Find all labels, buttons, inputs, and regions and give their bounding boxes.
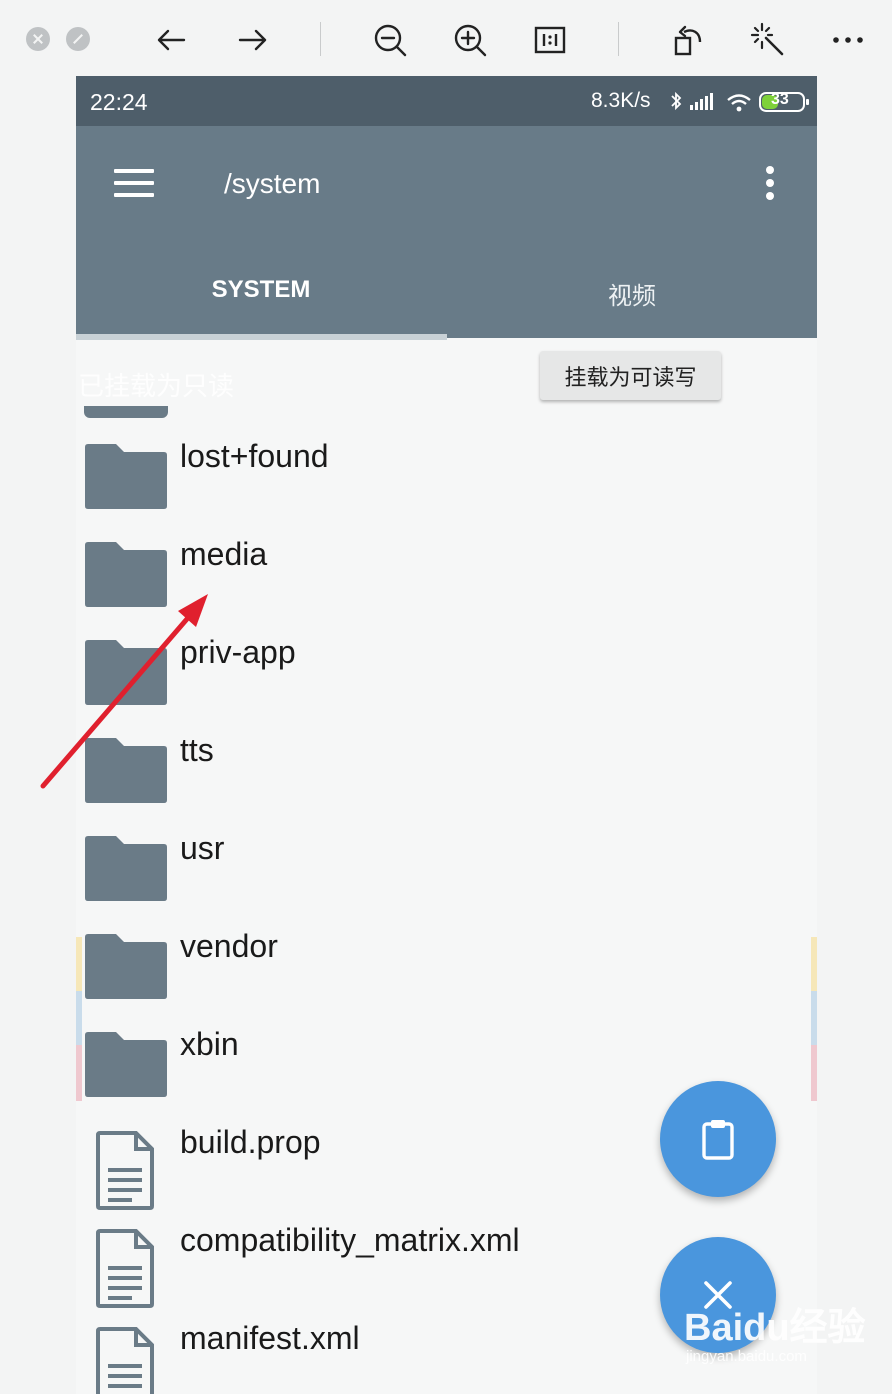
watermark: Baidu经验 jingyan.baidu.com <box>676 1296 876 1376</box>
file-name: build.prop <box>180 1124 321 1160</box>
document-icon <box>96 1327 154 1394</box>
tab-video[interactable]: 视频 <box>447 276 817 311</box>
folder-icon <box>85 542 167 607</box>
list-item[interactable]: vendor <box>76 916 817 1014</box>
document-icon <box>96 1131 154 1210</box>
edge-strip <box>811 937 817 1101</box>
mount-status-text: 已挂载为只读 <box>78 371 235 401</box>
magic-wand-icon[interactable] <box>748 20 788 60</box>
file-name: usr <box>180 830 225 866</box>
overflow-menu-icon[interactable] <box>766 166 776 202</box>
watermark-logo: Baidu经验 <box>684 1307 866 1349</box>
mount-banner: 已挂载为只读 挂载为可读写 <box>76 338 817 410</box>
toolbar-divider <box>618 22 619 56</box>
document-icon <box>96 1229 154 1308</box>
file-name: xbin <box>180 1026 239 1062</box>
app-bar: /system SYSTEM 视频 <box>76 126 817 338</box>
watermark-url: jingyan.baidu.com <box>686 1348 807 1365</box>
tab-system[interactable]: SYSTEM <box>76 276 446 304</box>
paste-fab-button[interactable] <box>660 1081 776 1197</box>
file-name: compatibility_matrix.xml <box>180 1222 520 1258</box>
folder-icon <box>85 444 167 509</box>
folder-icon <box>85 836 167 901</box>
signal-icon <box>690 93 713 110</box>
file-name: vendor <box>180 928 278 964</box>
phone-screen: 22:24 8.3K/s 33 /system SYSTEM 视频 已挂载为只读… <box>76 76 817 1394</box>
wifi-icon <box>727 94 751 105</box>
mount-rw-button[interactable]: 挂载为可读写 <box>540 351 721 400</box>
list-item[interactable]: media <box>76 524 817 622</box>
zoom-in-icon[interactable] <box>450 20 490 60</box>
zoom-out-icon[interactable] <box>370 20 410 60</box>
file-name: manifest.xml <box>180 1320 360 1356</box>
hamburger-menu-icon[interactable] <box>114 169 154 199</box>
clipboard-icon <box>702 1120 734 1160</box>
bluetooth-icon <box>671 91 682 111</box>
list-item[interactable]: priv-app <box>76 622 817 720</box>
status-time: 22:24 <box>90 89 148 115</box>
folder-icon <box>85 934 167 999</box>
folder-icon <box>85 1032 167 1097</box>
list-item[interactable]: tts <box>76 720 817 818</box>
list-item[interactable]: usr <box>76 818 817 916</box>
network-speed: 8.3K/s <box>591 89 651 112</box>
status-icons <box>671 91 809 112</box>
folder-icon <box>85 738 167 803</box>
rotate-icon[interactable] <box>668 20 708 60</box>
list-item[interactable]: lost+found <box>76 426 817 524</box>
file-name: priv-app <box>180 634 296 670</box>
viewer-toolbar <box>0 0 892 76</box>
toolbar-divider <box>320 22 321 56</box>
actual-size-icon[interactable] <box>530 20 570 60</box>
battery-level: 33 <box>771 91 789 108</box>
current-path: /system <box>224 168 321 199</box>
more-options-icon[interactable] <box>828 20 868 60</box>
folder-icon <box>85 640 167 705</box>
back-arrow-icon[interactable] <box>152 20 192 60</box>
file-name: media <box>180 536 268 572</box>
partial-folder-icon <box>84 406 168 418</box>
close-window-icon[interactable] <box>26 27 50 51</box>
minimize-window-icon[interactable] <box>66 27 90 51</box>
forward-arrow-icon[interactable] <box>232 20 272 60</box>
file-name: tts <box>180 732 214 768</box>
status-bar: 22:24 8.3K/s 33 <box>76 76 817 126</box>
edge-strip <box>76 937 82 1101</box>
file-name: lost+found <box>180 438 329 474</box>
